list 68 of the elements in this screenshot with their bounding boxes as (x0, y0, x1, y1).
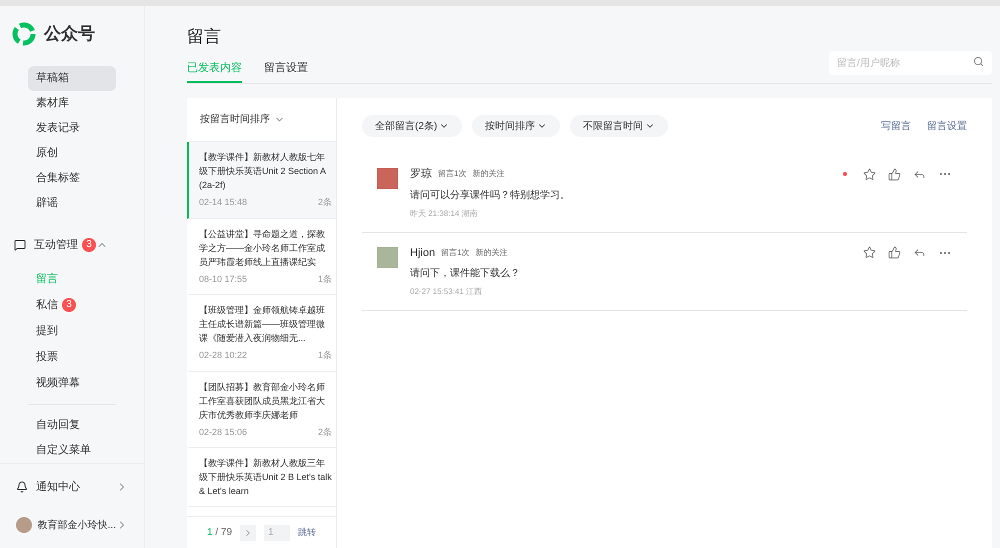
article-date: 02-14 15:48 (199, 196, 248, 209)
search-field[interactable]: 留言/用户昵称 (829, 51, 992, 75)
account-item[interactable]: 教育部金小玲快... (16, 510, 128, 540)
comment-count: 1条 (318, 272, 332, 286)
star-icon[interactable] (863, 168, 876, 181)
article-title: 【公益讲堂】寻命题之道，探教学之方——金小玲名师工作室成员严玮霞老师线上直播课纪实 (199, 228, 326, 268)
comment-meta: 昨天 21:38:14 湖南 (410, 208, 479, 220)
brand-name: 公众号 (44, 23, 95, 46)
avatar (377, 246, 398, 268)
header-link[interactable]: 留言设置 (927, 118, 967, 134)
sidebar-item[interactable]: 素材库 (28, 90, 116, 116)
star-icon[interactable] (863, 246, 876, 260)
sidebar-item[interactable]: 发表记录 (28, 116, 116, 141)
filter-dropdown[interactable]: 全部留言(2条) (362, 115, 462, 137)
article-date: 02-28 15:06 (199, 426, 248, 438)
user-name[interactable]: Hjion (410, 244, 436, 261)
article-title: 【教学课件】新教材人教版七年级下册快乐英语Unit 2 Section A (2a-2f) (199, 151, 327, 192)
follow-tag: 新的关注 (476, 246, 508, 259)
comment-icon (14, 238, 26, 251)
article-title: 【班级管理】金师领航铸卓越班主任成长谱新篇——班级管理微课《随爱潜入夜润物细无... (199, 304, 326, 345)
sidebar-item[interactable]: 通知中心 (16, 472, 128, 502)
count-badge: 3 (82, 238, 96, 252)
sidebar-item[interactable]: 合集标签 (28, 166, 116, 190)
comment-stats: 留言1次 (438, 168, 466, 180)
logo-icon (12, 22, 36, 46)
article-item[interactable]: 【教学课件】新教材人教版七年级下册快乐英语Unit 2 Section A (2a-2f) 02-14 15:48 2条 (187, 142, 336, 218)
sidebar-item[interactable]: 投票 (28, 344, 116, 370)
sidebar-section[interactable]: 互动管理 3 (14, 231, 116, 258)
comment-stats: 留言1次 (441, 246, 470, 259)
article-item[interactable]: 【团队招募】教育部金小玲名师工作室喜获团队成员黑龙江省大庆市优秀教师李庆娜老师 02-28 15:06 2条 (187, 372, 336, 448)
sidebar-item[interactable]: 提到 (28, 318, 116, 344)
comment-count: 2条 (318, 426, 332, 438)
article-date: 08-10 17:55 (199, 272, 248, 286)
avatar (16, 517, 32, 533)
page-input[interactable]: 1 (264, 524, 290, 540)
article-date: 02-28 10:22 (199, 349, 248, 362)
article-item[interactable]: 【教学课件】新教材人教版三年级下册快乐英语Unit 2 B Let's talk & Let's learn (187, 448, 336, 507)
count-badge: 3 (62, 298, 76, 312)
comment-text: 请问可以分享课件吗？特别想学习。 (410, 188, 571, 202)
sidebar-item[interactable]: 视频弹幕 (28, 370, 116, 396)
sidebar-item[interactable]: 自定义菜单 (28, 438, 116, 463)
comment-meta: 02-27 15:53:41 江西 (410, 286, 484, 298)
sidebar-item[interactable]: 私信 3 (28, 292, 116, 318)
page-title: 留言 (187, 26, 222, 48)
jump-link[interactable]: 跳转 (298, 526, 316, 540)
search-icon (973, 56, 984, 66)
thumbs-up-icon[interactable] (888, 168, 901, 181)
bell-icon (16, 481, 28, 493)
sidebar-item[interactable]: 自动回复 (28, 413, 116, 438)
tab[interactable]: 留言设置 (264, 60, 308, 83)
header-link[interactable]: 写留言 (881, 118, 911, 134)
comment-count: 2条 (318, 196, 332, 209)
comment-count: 1条 (318, 349, 332, 362)
follow-tag: 新的关注 (472, 168, 504, 180)
thumbs-up-icon[interactable] (888, 246, 901, 260)
article-item[interactable]: 【班级管理】金师领航铸卓越班主任成长谱新篇——班级管理微课《随爱潜入夜润物细无... 02-28 10:22 1条 (187, 295, 336, 372)
sidebar-item[interactable]: 原创 (28, 140, 116, 166)
article-item[interactable]: 【公益讲堂】寻命题之道，探教学之方——金小玲名师工作室成员严玮霞老师线上直播课纪实 08-10 17:55 1条 (187, 218, 336, 295)
sidebar-item[interactable]: 草稿箱 (28, 66, 116, 91)
filter-dropdown[interactable]: 不限留言时间 (570, 115, 668, 137)
article-title: 【教学课件】新教材人教版三年级下册快乐英语Unit 2 B Let's talk & Let's learn (199, 457, 332, 498)
filter-dropdown[interactable]: 按时间排序 (472, 115, 560, 137)
avatar (377, 168, 398, 189)
user-name[interactable]: 罗琼 (410, 166, 432, 182)
comment-text: 请问下，课件能下载么？ (410, 266, 521, 281)
page-indicator: 1 / 79 (206, 526, 232, 540)
sidebar-item[interactable]: 辟谣 (28, 190, 116, 216)
article-title: 【团队招募】教育部金小玲名师工作室喜获团队成员黑龙江省大庆市优秀教师李庆娜老师 (199, 380, 326, 422)
